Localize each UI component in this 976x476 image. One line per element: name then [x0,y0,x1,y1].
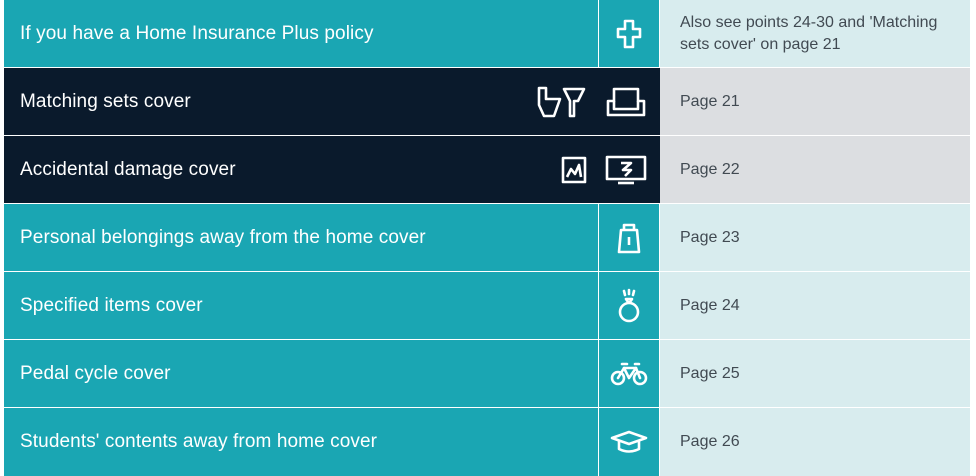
page-reference: Page 21 [660,68,970,135]
table-row: Accidental damage cover Page 22 [4,136,970,204]
page-reference: Also see points 24-30 and 'Matching sets… [660,0,970,67]
cover-label-cell: Students' contents away from home cover [4,408,598,476]
cover-label-cell: Specified items cover [4,272,598,339]
icon-cell [598,340,660,407]
table-row: If you have a Home Insurance Plus policy… [4,0,970,68]
cover-label-cell: If you have a Home Insurance Plus policy [4,0,598,67]
page-reference: Page 23 [660,204,970,271]
table-row: Pedal cycle cover Page 25 [4,340,970,408]
graduation-cap-icon [610,429,648,455]
cover-label: Matching sets cover [20,90,191,112]
table-row: Specified items cover Page 24 [4,272,970,340]
handbag-icon [617,221,641,255]
table-row: Personal belongings away from the home c… [4,204,970,272]
broken-picture-icon [560,155,588,185]
icon-cell [598,408,660,476]
broken-tv-icon [604,154,648,186]
cover-label-cell: Personal belongings away from the home c… [4,204,598,271]
cover-label-cell: Accidental damage cover [4,136,660,203]
cover-label: If you have a Home Insurance Plus policy [20,22,374,44]
cover-table: If you have a Home Insurance Plus policy… [4,0,970,476]
cover-label: Students' contents away from home cover [20,431,378,452]
page-reference: Page 24 [660,272,970,339]
page-reference: Page 22 [660,136,970,203]
page-reference: Page 25 [660,340,970,407]
ring-icon [616,288,642,324]
table-row: Students' contents away from home cover … [4,408,970,476]
armchair-icon [604,85,648,119]
plus-icon [616,19,642,49]
cover-label-cell: Matching sets cover [4,68,660,135]
icon-cell [598,0,660,67]
cover-label: Accidental damage cover [20,158,236,180]
cover-label: Pedal cycle cover [20,362,171,384]
cover-label: Personal belongings away from the home c… [20,226,426,248]
cover-label: Specified items cover [20,294,203,316]
icon-cell [598,204,660,271]
bathroom-suite-icon [536,85,588,119]
cover-label-cell: Pedal cycle cover [4,340,598,407]
bicycle-icon [610,361,648,387]
table-row: Matching sets cover Page 21 [4,68,970,136]
icon-cell [598,272,660,339]
page-reference: Page 26 [660,408,970,476]
